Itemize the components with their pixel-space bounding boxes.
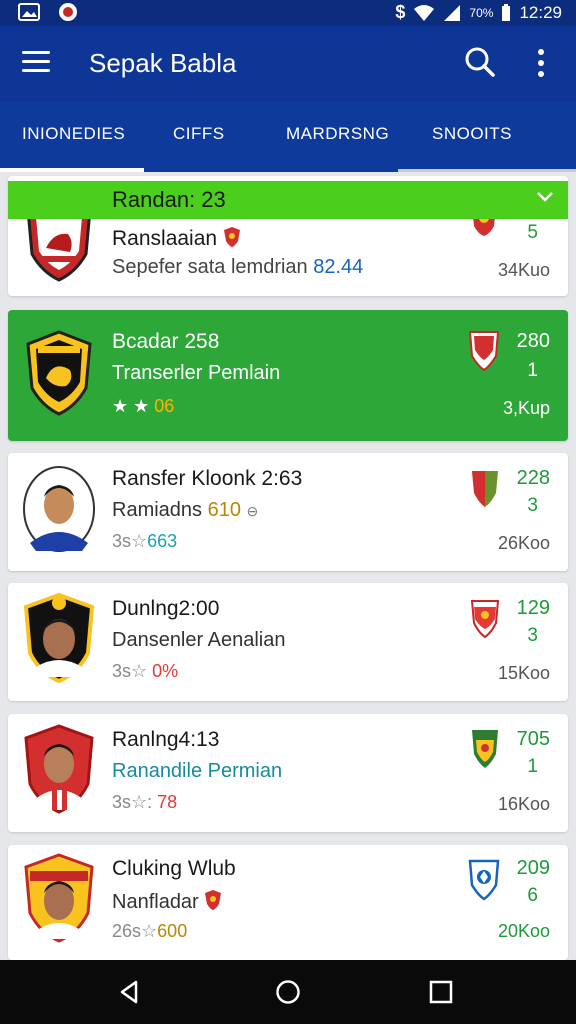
tab-1[interactable]: INIONEDIES bbox=[22, 124, 125, 144]
ranking-value: 129 bbox=[516, 597, 550, 619]
player-detail: Ranandile Permian bbox=[112, 760, 283, 782]
nation-flag-icon bbox=[468, 859, 500, 901]
player-detail: Dansenler Aenalian bbox=[112, 629, 286, 651]
player-name: Bcadar 258 bbox=[112, 330, 220, 353]
ranking-value: 705 bbox=[516, 728, 550, 750]
star-rating: 26s☆ bbox=[112, 921, 158, 941]
player-card[interactable]: Cluking Wlub Nanfladar 26s☆600 209 6 20K… bbox=[8, 845, 568, 960]
star-rating: 3s☆: bbox=[112, 792, 153, 812]
search-icon[interactable] bbox=[464, 46, 496, 78]
player-detail: Transerler Pemlain bbox=[112, 362, 281, 384]
player-stat: 78 bbox=[157, 792, 178, 812]
club-crest-icon bbox=[26, 330, 92, 416]
status-bar: $ 70% 12:29 bbox=[0, 0, 576, 26]
nation-flag-icon bbox=[470, 600, 500, 639]
secondary-tab-indicator bbox=[398, 169, 576, 172]
nation-flag-icon bbox=[472, 730, 498, 768]
info-icon: ⊖ bbox=[246, 503, 259, 519]
club-badge-icon bbox=[223, 227, 240, 247]
distance-value: 20Koo bbox=[497, 921, 550, 941]
battery-level: 70% bbox=[469, 5, 494, 20]
player-stat: 82.44 bbox=[313, 256, 364, 278]
player-card[interactable]: Ransfer Kloonk 2:63 Ramiadns 610 ⊖ 3s☆66… bbox=[8, 453, 568, 571]
image-icon bbox=[18, 3, 40, 21]
rank-change: 1 bbox=[527, 360, 538, 381]
player-detail: Ramiadns bbox=[112, 499, 203, 521]
rank-change: 3 bbox=[527, 495, 538, 516]
player-name: Ranslaaian bbox=[112, 227, 218, 250]
banner-text: Randan: 23 bbox=[112, 187, 226, 212]
app-notification-icon bbox=[59, 3, 77, 21]
home-icon[interactable] bbox=[275, 979, 301, 1005]
tab-3[interactable]: MARDRSNG bbox=[286, 124, 389, 144]
signal-icon bbox=[444, 4, 461, 21]
player-stat: 600 bbox=[157, 921, 188, 941]
rank-change: 6 bbox=[527, 885, 538, 906]
ranking-value: 228 bbox=[516, 467, 550, 489]
back-icon[interactable] bbox=[118, 980, 140, 1004]
player-stat: 06 bbox=[154, 396, 175, 416]
distance-value: 3,Kup bbox=[502, 398, 550, 418]
ranking-value: 280 bbox=[516, 330, 550, 352]
club-badge-icon bbox=[205, 890, 222, 910]
tab-2[interactable]: CIFFS bbox=[173, 124, 225, 144]
rank-change: 1 bbox=[527, 756, 538, 777]
system-nav-bar bbox=[0, 960, 576, 1024]
app-title: Sepak Babla bbox=[89, 48, 237, 78]
chevron-down-icon[interactable] bbox=[536, 191, 554, 203]
player-avatar bbox=[24, 853, 94, 943]
battery-icon bbox=[502, 3, 511, 21]
rank-change: 3 bbox=[527, 625, 538, 646]
player-stat: 663 bbox=[147, 531, 178, 551]
distance-value: 26Koo bbox=[497, 533, 550, 553]
player-name: Ransfer Kloonk 2:63 bbox=[112, 467, 303, 490]
clock: 12:29 bbox=[519, 2, 562, 22]
player-card[interactable]: Ranlng4:13 Ranandile Permian 3s☆: 78 705… bbox=[8, 714, 568, 832]
tab-bar: INIONEDIES CIFFS MARDRSNG SNOOITS bbox=[0, 102, 576, 172]
dollar-icon: $ bbox=[395, 2, 406, 22]
distance-value: 16Koo bbox=[497, 794, 550, 814]
active-tab-indicator bbox=[0, 168, 144, 172]
player-detail: Nanfladar bbox=[112, 891, 199, 913]
star-rating: 3s☆ bbox=[112, 531, 148, 551]
app-bar: Sepak Babla bbox=[0, 26, 576, 102]
player-name: Dunlng2:00 bbox=[112, 597, 220, 620]
player-name: Ranlng4:13 bbox=[112, 728, 220, 751]
distance-value: 15Koo bbox=[497, 663, 550, 683]
star-rating: ★ ★ bbox=[112, 396, 150, 416]
player-stat: 0% bbox=[152, 661, 179, 681]
expand-banner[interactable]: Randan: 23 bbox=[8, 181, 568, 219]
ranking-value: 209 bbox=[516, 857, 550, 879]
player-avatar bbox=[23, 466, 95, 552]
distance-value: 34Kuo bbox=[497, 260, 550, 280]
nation-flag-icon bbox=[472, 471, 498, 507]
player-card[interactable]: Dunlng2:00 Dansenler Aenalian 3s☆ 0% 129… bbox=[8, 583, 568, 701]
player-avatar bbox=[24, 724, 94, 814]
tab-4[interactable]: SNOOITS bbox=[432, 124, 512, 144]
more-vert-icon[interactable] bbox=[536, 48, 546, 78]
star-rating: 3s☆ bbox=[112, 661, 148, 681]
player-card-selected[interactable]: Bcadar 258 Transerler Pemlain ★ ★ 06 280… bbox=[8, 310, 568, 441]
player-avatar bbox=[23, 593, 95, 683]
menu-icon[interactable] bbox=[22, 51, 50, 73]
player-detail: Sepefer sata lemdrian bbox=[112, 256, 308, 278]
player-stat: 610 bbox=[207, 499, 241, 521]
player-name: Cluking Wlub bbox=[112, 857, 236, 880]
recents-icon[interactable] bbox=[429, 980, 453, 1004]
wifi-icon bbox=[414, 4, 435, 21]
ranking-value: 5 bbox=[527, 222, 538, 243]
nation-flag-icon bbox=[468, 331, 500, 372]
